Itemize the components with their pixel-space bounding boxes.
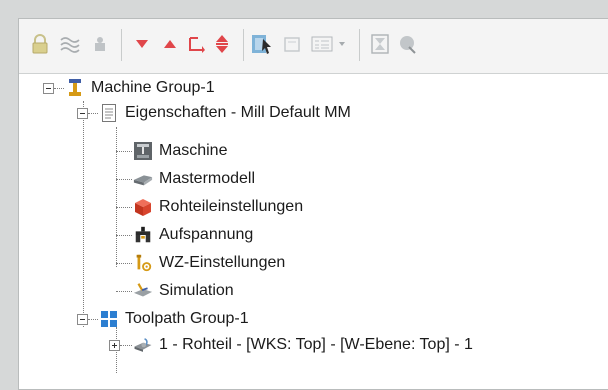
tree-connector (116, 291, 132, 292)
tree-item-label: Simulation (159, 282, 234, 299)
tree-item-machine[interactable]: Maschine (133, 138, 227, 164)
tree-item-label: Maschine (159, 142, 228, 159)
tree-item-label: Mastermodell (159, 170, 256, 187)
tree-item-label: Machine Group-1 (91, 79, 215, 96)
arrow-down-icon[interactable] (131, 33, 153, 55)
globe-icon[interactable] (397, 33, 419, 55)
tree-connector (120, 345, 132, 346)
tree-item-stock-settings[interactable]: Rohteileinstellungen (133, 194, 303, 220)
hourglass-icon[interactable] (369, 33, 391, 55)
lock-icon[interactable] (29, 33, 51, 55)
tree-connector (116, 179, 132, 180)
dropdown-icon[interactable] (335, 33, 349, 55)
tool-gear-icon (133, 253, 153, 273)
machine-group-icon (65, 78, 85, 98)
toolpath-group-icon (99, 309, 119, 329)
tree-item-label: Rohteileinstellungen (159, 198, 304, 215)
expand-toggle[interactable] (109, 340, 120, 351)
tree-item-label: WZ-Einstellungen (159, 254, 286, 271)
operations-manager-panel: Machine Group-1 Eigenschaften - Mill Def… (18, 18, 608, 390)
toolbar-separator (243, 29, 244, 61)
tree-connector (54, 88, 64, 89)
toolbar (19, 19, 608, 74)
tree-item-label: Toolpath Group-1 (125, 310, 249, 327)
tree-connector (116, 263, 132, 264)
tree-connector (88, 113, 98, 114)
list-icon[interactable] (311, 33, 333, 55)
document-icon (99, 103, 119, 123)
simulation-icon (133, 281, 153, 301)
tree-item-tool-settings[interactable]: WZ-Einstellungen (133, 250, 285, 276)
tree-item-master-model[interactable]: Mastermodell (133, 166, 255, 192)
tree-connector (116, 207, 132, 208)
tree-item-machine-group[interactable]: Machine Group-1 (65, 75, 215, 101)
tree-item-toolpath-group[interactable]: Toolpath Group-1 (99, 306, 249, 332)
tree-connector (116, 127, 117, 267)
fixture-icon (133, 225, 153, 245)
operation-icon (133, 335, 153, 355)
window-icon[interactable] (281, 33, 303, 55)
arrow-up-icon[interactable] (159, 33, 181, 55)
stock-box-icon (133, 197, 153, 217)
tree-item-simulation[interactable]: Simulation (133, 278, 234, 304)
collapse-toggle[interactable] (43, 83, 54, 94)
tree-item-operation-1[interactable]: 1 - Rohteil - [WKS: Top] - [W-Ebene: Top… (133, 332, 473, 358)
wave-toggle-icon[interactable] (59, 33, 81, 55)
collapse-toggle[interactable] (77, 314, 88, 325)
move-updown-icon[interactable] (211, 33, 233, 55)
toolbar-separator (359, 29, 360, 61)
tree-item-fixture[interactable]: Aufspannung (133, 222, 253, 248)
tree-item-label: Eigenschaften - Mill Default MM (125, 104, 351, 121)
hide-icon[interactable] (89, 33, 111, 55)
tree-connector (83, 101, 84, 327)
tree-item-label: Aufspannung (159, 226, 254, 243)
collapse-toggle[interactable] (77, 108, 88, 119)
toolbar-separator (121, 29, 122, 61)
tree-connector (88, 319, 98, 320)
tree-connector (116, 151, 132, 152)
insert-arrow-icon[interactable] (185, 33, 207, 55)
master-model-icon (133, 169, 153, 189)
select-icon[interactable] (251, 33, 273, 55)
operations-tree: Machine Group-1 Eigenschaften - Mill Def… (19, 75, 608, 389)
tree-item-label: 1 - Rohteil - [WKS: Top] - [W-Ebene: Top… (159, 336, 473, 353)
tree-item-properties[interactable]: Eigenschaften - Mill Default MM (99, 100, 351, 126)
machine-icon (133, 141, 153, 161)
tree-connector (116, 235, 132, 236)
